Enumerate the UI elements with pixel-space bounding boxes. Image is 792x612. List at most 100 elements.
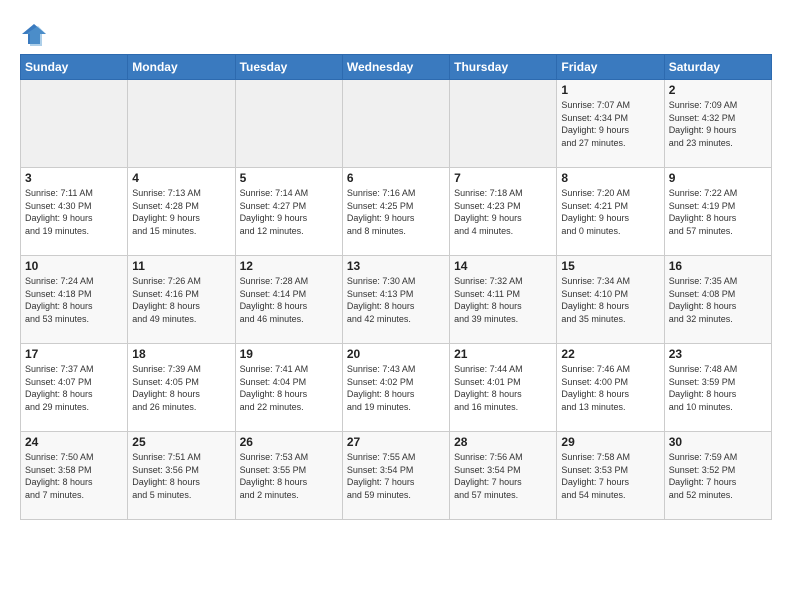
calendar-cell [342, 80, 449, 168]
day-info: Sunrise: 7:28 AM Sunset: 4:14 PM Dayligh… [240, 275, 338, 325]
day-number: 3 [25, 171, 123, 185]
calendar-cell: 4 Sunrise: 7:13 AM Sunset: 4:28 PM Daylig… [128, 168, 235, 256]
calendar-cell [450, 80, 557, 168]
day-info: Sunrise: 7:16 AM Sunset: 4:25 PM Dayligh… [347, 187, 445, 237]
day-info: Sunrise: 7:07 AM Sunset: 4:34 PM Dayligh… [561, 99, 659, 149]
calendar-cell: 10 Sunrise: 7:24 AM Sunset: 4:18 PM Dayli… [21, 256, 128, 344]
day-number: 4 [132, 171, 230, 185]
day-info: Sunrise: 7:24 AM Sunset: 4:18 PM Dayligh… [25, 275, 123, 325]
day-info: Sunrise: 7:43 AM Sunset: 4:02 PM Dayligh… [347, 363, 445, 413]
day-number: 5 [240, 171, 338, 185]
day-number: 24 [25, 435, 123, 449]
calendar-cell: 11Sunrise: 7:26 AM Sunset: 4:16 PM Dayli… [128, 256, 235, 344]
day-info: Sunrise: 7:22 AM Sunset: 4:19 PM Dayligh… [669, 187, 767, 237]
weekday-header-friday: Friday [557, 55, 664, 80]
day-number: 19 [240, 347, 338, 361]
day-info: Sunrise: 7:09 AM Sunset: 4:32 PM Dayligh… [669, 99, 767, 149]
page: SundayMondayTuesdayWednesdayThursdayFrid… [0, 0, 792, 612]
day-info: Sunrise: 7:39 AM Sunset: 4:05 PM Dayligh… [132, 363, 230, 413]
header [20, 16, 772, 48]
day-number: 2 [669, 83, 767, 97]
calendar-cell: 5 Sunrise: 7:14 AM Sunset: 4:27 PM Daylig… [235, 168, 342, 256]
day-info: Sunrise: 7:32 AM Sunset: 4:11 PM Dayligh… [454, 275, 552, 325]
calendar-header: SundayMondayTuesdayWednesdayThursdayFrid… [21, 55, 772, 80]
calendar-cell: 25 Sunrise: 7:51 AM Sunset: 3:56 PM Dayli… [128, 432, 235, 520]
calendar-cell: 7Sunrise: 7:18 AM Sunset: 4:23 PM Daylig… [450, 168, 557, 256]
calendar: SundayMondayTuesdayWednesdayThursdayFrid… [20, 54, 772, 520]
day-number: 6 [347, 171, 445, 185]
weekday-header-thursday: Thursday [450, 55, 557, 80]
day-number: 28 [454, 435, 552, 449]
calendar-cell: 6 Sunrise: 7:16 AM Sunset: 4:25 PM Daylig… [342, 168, 449, 256]
calendar-cell: 23 Sunrise: 7:48 AM Sunset: 3:59 PM Dayli… [664, 344, 771, 432]
calendar-cell: 2 Sunrise: 7:09 AM Sunset: 4:32 PM Daylig… [664, 80, 771, 168]
day-info: Sunrise: 7:35 AM Sunset: 4:08 PM Dayligh… [669, 275, 767, 325]
day-number: 26 [240, 435, 338, 449]
day-number: 10 [25, 259, 123, 273]
day-number: 23 [669, 347, 767, 361]
day-info: Sunrise: 7:56 AM Sunset: 3:54 PM Dayligh… [454, 451, 552, 501]
day-info: Sunrise: 7:13 AM Sunset: 4:28 PM Dayligh… [132, 187, 230, 237]
calendar-cell: 19 Sunrise: 7:41 AM Sunset: 4:04 PM Dayli… [235, 344, 342, 432]
day-number: 15 [561, 259, 659, 273]
day-info: Sunrise: 7:55 AM Sunset: 3:54 PM Dayligh… [347, 451, 445, 501]
day-info: Sunrise: 7:26 AM Sunset: 4:16 PM Dayligh… [132, 275, 230, 325]
calendar-cell: 3Sunrise: 7:11 AM Sunset: 4:30 PM Daylig… [21, 168, 128, 256]
day-info: Sunrise: 7:14 AM Sunset: 4:27 PM Dayligh… [240, 187, 338, 237]
calendar-cell: 1 Sunrise: 7:07 AM Sunset: 4:34 PM Daylig… [557, 80, 664, 168]
calendar-cell: 29 Sunrise: 7:58 AM Sunset: 3:53 PM Dayli… [557, 432, 664, 520]
calendar-week-5: 24 Sunrise: 7:50 AM Sunset: 3:58 PM Dayli… [21, 432, 772, 520]
logo-icon [20, 20, 48, 48]
calendar-week-1: 1 Sunrise: 7:07 AM Sunset: 4:34 PM Daylig… [21, 80, 772, 168]
calendar-cell: 14 Sunrise: 7:32 AM Sunset: 4:11 PM Dayli… [450, 256, 557, 344]
day-number: 14 [454, 259, 552, 273]
calendar-cell: 18 Sunrise: 7:39 AM Sunset: 4:05 PM Dayli… [128, 344, 235, 432]
calendar-cell: 24 Sunrise: 7:50 AM Sunset: 3:58 PM Dayli… [21, 432, 128, 520]
day-info: Sunrise: 7:58 AM Sunset: 3:53 PM Dayligh… [561, 451, 659, 501]
day-info: Sunrise: 7:48 AM Sunset: 3:59 PM Dayligh… [669, 363, 767, 413]
calendar-week-2: 3Sunrise: 7:11 AM Sunset: 4:30 PM Daylig… [21, 168, 772, 256]
day-number: 27 [347, 435, 445, 449]
calendar-cell [128, 80, 235, 168]
day-number: 9 [669, 171, 767, 185]
day-info: Sunrise: 7:41 AM Sunset: 4:04 PM Dayligh… [240, 363, 338, 413]
day-number: 8 [561, 171, 659, 185]
calendar-week-3: 10 Sunrise: 7:24 AM Sunset: 4:18 PM Dayli… [21, 256, 772, 344]
calendar-cell: 26 Sunrise: 7:53 AM Sunset: 3:55 PM Dayli… [235, 432, 342, 520]
day-number: 25 [132, 435, 230, 449]
calendar-cell: 21 Sunrise: 7:44 AM Sunset: 4:01 PM Dayli… [450, 344, 557, 432]
day-number: 18 [132, 347, 230, 361]
weekday-header-sunday: Sunday [21, 55, 128, 80]
day-info: Sunrise: 7:53 AM Sunset: 3:55 PM Dayligh… [240, 451, 338, 501]
day-number: 20 [347, 347, 445, 361]
day-info: Sunrise: 7:44 AM Sunset: 4:01 PM Dayligh… [454, 363, 552, 413]
calendar-cell: 15Sunrise: 7:34 AM Sunset: 4:10 PM Dayli… [557, 256, 664, 344]
calendar-cell: 30 Sunrise: 7:59 AM Sunset: 3:52 PM Dayli… [664, 432, 771, 520]
calendar-cell [235, 80, 342, 168]
calendar-cell: 27 Sunrise: 7:55 AM Sunset: 3:54 PM Dayli… [342, 432, 449, 520]
calendar-cell: 8Sunrise: 7:20 AM Sunset: 4:21 PM Daylig… [557, 168, 664, 256]
day-number: 30 [669, 435, 767, 449]
calendar-cell: 16Sunrise: 7:35 AM Sunset: 4:08 PM Dayli… [664, 256, 771, 344]
day-info: Sunrise: 7:51 AM Sunset: 3:56 PM Dayligh… [132, 451, 230, 501]
calendar-week-4: 17 Sunrise: 7:37 AM Sunset: 4:07 PM Dayli… [21, 344, 772, 432]
day-info: Sunrise: 7:30 AM Sunset: 4:13 PM Dayligh… [347, 275, 445, 325]
day-info: Sunrise: 7:59 AM Sunset: 3:52 PM Dayligh… [669, 451, 767, 501]
day-number: 1 [561, 83, 659, 97]
day-number: 17 [25, 347, 123, 361]
calendar-cell: 13Sunrise: 7:30 AM Sunset: 4:13 PM Dayli… [342, 256, 449, 344]
day-info: Sunrise: 7:37 AM Sunset: 4:07 PM Dayligh… [25, 363, 123, 413]
day-info: Sunrise: 7:50 AM Sunset: 3:58 PM Dayligh… [25, 451, 123, 501]
day-number: 22 [561, 347, 659, 361]
weekday-header-monday: Monday [128, 55, 235, 80]
day-number: 21 [454, 347, 552, 361]
calendar-cell: 28 Sunrise: 7:56 AM Sunset: 3:54 PM Dayli… [450, 432, 557, 520]
day-number: 12 [240, 259, 338, 273]
calendar-cell: 22 Sunrise: 7:46 AM Sunset: 4:00 PM Dayli… [557, 344, 664, 432]
weekday-header-saturday: Saturday [664, 55, 771, 80]
calendar-body: 1 Sunrise: 7:07 AM Sunset: 4:34 PM Daylig… [21, 80, 772, 520]
logo [20, 20, 52, 48]
weekday-header-tuesday: Tuesday [235, 55, 342, 80]
day-info: Sunrise: 7:46 AM Sunset: 4:00 PM Dayligh… [561, 363, 659, 413]
day-number: 29 [561, 435, 659, 449]
